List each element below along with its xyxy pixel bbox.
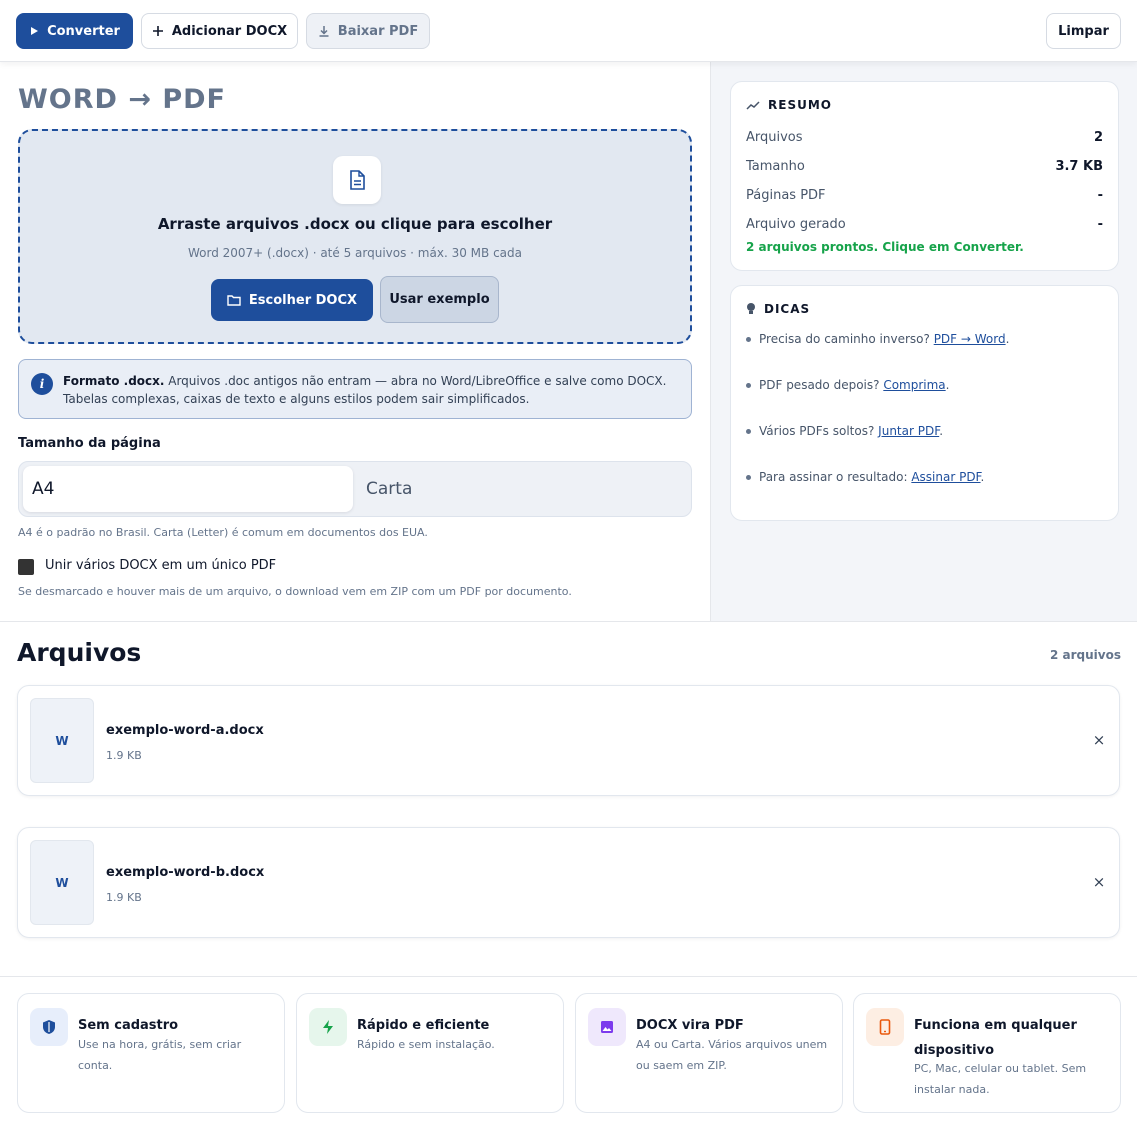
summary-value: - bbox=[1097, 188, 1103, 203]
info-icon: i bbox=[31, 373, 53, 395]
toolbar: Converter Adicionar DOCX Baixar PDF Limp… bbox=[0, 0, 1137, 62]
lightbulb-icon bbox=[747, 303, 755, 314]
summary-key: Arquivo gerado bbox=[746, 217, 846, 232]
summary-key: Arquivos bbox=[746, 130, 803, 145]
feature-description: Rápido e sem instalação. bbox=[357, 1038, 495, 1051]
feature-description: Use na hora, grátis, sem criar conta. bbox=[78, 1038, 242, 1072]
format-info-bold: Formato .docx. bbox=[63, 374, 165, 388]
section-divider bbox=[0, 976, 1137, 977]
feature-description: PC, Mac, celular ou tablet. Sem instalar… bbox=[914, 1062, 1087, 1096]
image-icon bbox=[588, 1008, 626, 1046]
format-info-text: Formato .docx. Arquivos .doc antigos não… bbox=[63, 372, 683, 408]
files-count: 2 arquivos bbox=[1050, 648, 1121, 662]
dropzone-subtitle: Word 2007+ (.docx) · até 5 arquivos · má… bbox=[187, 246, 522, 260]
tips-heading: DICAS bbox=[746, 302, 810, 316]
merge-hint: Se desmarcado e houver mais de um arquiv… bbox=[18, 585, 572, 598]
dropzone[interactable]: Arraste arquivos .docx ou clique para es… bbox=[18, 129, 692, 344]
add-docx-label: Adicionar DOCX bbox=[171, 23, 288, 39]
page-size-hint: A4 é o padrão no Brasil. Carta (Letter) … bbox=[18, 526, 428, 539]
use-example-label: Usar exemplo bbox=[389, 292, 490, 307]
play-icon bbox=[31, 27, 39, 35]
bullet-icon bbox=[746, 336, 751, 342]
download-pdf-button[interactable]: Baixar PDF bbox=[306, 13, 430, 49]
summary-key: Tamanho bbox=[746, 159, 805, 174]
download-icon bbox=[319, 26, 329, 37]
tip-item: Vários PDFs soltos? Juntar PDF. bbox=[746, 424, 943, 438]
bullet-icon bbox=[746, 474, 751, 480]
tips-card: DICAS Precisa do caminho inverso? PDF → … bbox=[730, 285, 1119, 521]
word-file-icon: W bbox=[30, 840, 94, 925]
file-size: 1.9 KB bbox=[106, 749, 142, 762]
summary-row: Páginas PDF - bbox=[746, 188, 1103, 203]
summary-value: - bbox=[1097, 217, 1103, 232]
clear-button[interactable]: Limpar bbox=[1046, 13, 1121, 49]
feature-card: Rápido e eficiente Rápido e sem instalaç… bbox=[296, 993, 564, 1113]
feature-card: Sem cadastro Use na hora, grátis, sem cr… bbox=[17, 993, 285, 1113]
file-name: exemplo-word-b.docx bbox=[106, 865, 265, 880]
phone-icon bbox=[866, 1008, 904, 1046]
summary-value: 2 bbox=[1093, 130, 1103, 145]
use-example-button[interactable]: Usar exemplo bbox=[380, 276, 499, 323]
tip-link-pdf-to-word[interactable]: PDF → Word bbox=[934, 332, 1006, 346]
merge-checkbox[interactable] bbox=[18, 559, 34, 575]
summary-row: Arquivos 2 bbox=[746, 130, 1103, 145]
page-size-a4-option[interactable]: A4 bbox=[23, 466, 353, 512]
download-pdf-label: Baixar PDF bbox=[337, 23, 419, 39]
bullet-icon bbox=[746, 382, 751, 388]
page-size-selector: A4 Carta bbox=[18, 461, 692, 517]
file-size: 1.9 KB bbox=[106, 891, 142, 904]
clear-label: Limpar bbox=[1058, 23, 1109, 39]
file-item: W exemplo-word-a.docx 1.9 KB × bbox=[17, 685, 1120, 796]
section-divider bbox=[0, 621, 1137, 622]
trending-icon bbox=[746, 101, 760, 110]
summary-key: Páginas PDF bbox=[746, 188, 826, 203]
feature-description: A4 ou Carta. Vários arquivos unem ou sae… bbox=[636, 1038, 828, 1072]
choose-docx-label: Escolher DOCX bbox=[248, 292, 358, 308]
add-docx-button[interactable]: Adicionar DOCX bbox=[141, 13, 298, 49]
merge-checkbox-label[interactable]: Unir vários DOCX em um único PDF bbox=[45, 558, 276, 573]
format-info-box: i Formato .docx. Arquivos .doc antigos n… bbox=[18, 359, 692, 419]
file-item: W exemplo-word-b.docx 1.9 KB × bbox=[17, 827, 1120, 938]
plus-icon bbox=[152, 26, 163, 36]
tip-text: Precisa do caminho inverso? PDF → Word. bbox=[759, 332, 1010, 346]
file-name: exemplo-word-a.docx bbox=[106, 723, 264, 738]
remove-file-button[interactable]: × bbox=[1091, 873, 1107, 891]
tip-text: Vários PDFs soltos? Juntar PDF. bbox=[759, 424, 944, 438]
convert-button[interactable]: Converter bbox=[16, 13, 133, 49]
dropzone-title: Arraste arquivos .docx ou clique para es… bbox=[157, 215, 553, 233]
tip-link-merge-pdf[interactable]: Juntar PDF bbox=[878, 424, 939, 438]
summary-heading: RESUMO bbox=[746, 98, 832, 112]
summary-heading-label: RESUMO bbox=[768, 98, 832, 112]
summary-status: 2 arquivos prontos. Clique em Converter. bbox=[746, 240, 1024, 254]
shield-icon bbox=[30, 1008, 68, 1046]
bolt-icon bbox=[309, 1008, 347, 1046]
summary-row: Arquivo gerado - bbox=[746, 217, 1103, 232]
summary-card: RESUMO Arquivos 2 Tamanho 3.7 KB Páginas… bbox=[730, 81, 1119, 271]
page-size-label: Tamanho da página bbox=[18, 436, 161, 451]
convert-label: Converter bbox=[47, 23, 120, 39]
word-file-icon: W bbox=[30, 698, 94, 783]
files-title: Arquivos bbox=[17, 638, 142, 667]
tip-text: PDF pesado depois? Comprima. bbox=[759, 378, 950, 392]
feature-card: DOCX vira PDF A4 ou Carta. Vários arquiv… bbox=[575, 993, 843, 1113]
tip-link-sign-pdf[interactable]: Assinar PDF bbox=[911, 470, 980, 484]
feature-title: Funciona em qualquer dispositivo bbox=[914, 1018, 1077, 1058]
tip-item: PDF pesado depois? Comprima. bbox=[746, 378, 949, 392]
tip-link-compress[interactable]: Comprima bbox=[883, 378, 945, 392]
bullet-icon bbox=[746, 428, 751, 434]
tip-text: Para assinar o resultado: Assinar PDF. bbox=[759, 470, 985, 484]
remove-file-button[interactable]: × bbox=[1091, 731, 1107, 749]
document-icon bbox=[333, 156, 381, 204]
tip-item: Para assinar o resultado: Assinar PDF. bbox=[746, 470, 984, 484]
page-title: WORD → PDF bbox=[18, 84, 227, 115]
tip-item: Precisa do caminho inverso? PDF → Word. bbox=[746, 332, 1009, 346]
choose-docx-button[interactable]: Escolher DOCX bbox=[211, 279, 373, 321]
summary-value: 3.7 KB bbox=[1055, 159, 1103, 174]
summary-row: Tamanho 3.7 KB bbox=[746, 159, 1103, 174]
feature-card: Funciona em qualquer dispositivo PC, Mac… bbox=[853, 993, 1121, 1113]
tips-heading-label: DICAS bbox=[764, 302, 811, 316]
folder-icon bbox=[227, 295, 241, 306]
page-size-carta-option[interactable]: Carta bbox=[366, 466, 686, 512]
